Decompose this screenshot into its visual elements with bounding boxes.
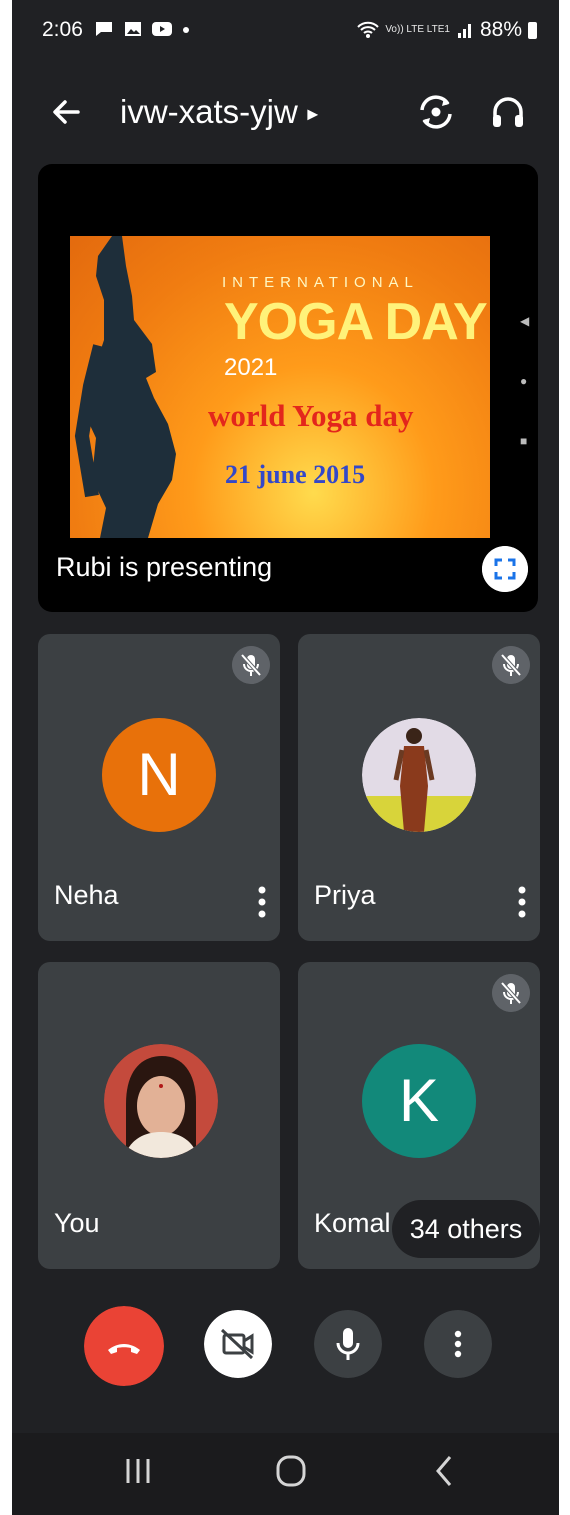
notification-icons [94, 20, 190, 43]
camera-off-icon[interactable] [204, 1310, 272, 1378]
youtube-icon [152, 22, 173, 36]
slide-line-world-yoga-day: world Yoga day [208, 398, 414, 433]
avatar [104, 1044, 218, 1158]
mic-muted-icon [492, 646, 530, 684]
mic-muted-icon [232, 646, 270, 684]
others-count-chip[interactable]: 34 others [392, 1200, 540, 1258]
headphones-icon[interactable] [486, 90, 530, 134]
back-nav-icon[interactable] [432, 1453, 456, 1489]
chat-icon [96, 22, 112, 36]
home-icon[interactable] [274, 1453, 308, 1489]
mic-muted-icon [492, 974, 530, 1012]
square-icon: ■ [520, 434, 528, 448]
battery-percent: 88% [479, 18, 522, 41]
dot-icon [183, 27, 190, 33]
battery-icon [528, 21, 537, 39]
slide-line-year: 2021 [224, 354, 278, 381]
status-bar: 2:06 Vo)) LTE LTE1 88% [12, 0, 559, 66]
status-right: Vo)) LTE LTE1 88% [357, 18, 537, 42]
participant-name: Komal [314, 1208, 391, 1238]
microphone-icon[interactable] [314, 1310, 382, 1378]
switch-camera-icon[interactable] [414, 90, 458, 134]
more-vert-icon[interactable] [518, 885, 526, 919]
meeting-code[interactable]: ivw-xats-yjw ► [120, 92, 322, 134]
more-vert-icon[interactable] [258, 885, 266, 919]
recent-apps-icon[interactable] [124, 1453, 152, 1489]
call-controls [12, 1280, 559, 1420]
network-label: Vo)) LTE LTE1 [385, 24, 450, 35]
slide-side-indicators: ◀ ● ■ [520, 314, 529, 448]
status-time: 2:06 [42, 18, 83, 41]
participant-tile-neha[interactable]: N Neha [38, 634, 280, 941]
end-call-icon[interactable] [84, 1306, 164, 1386]
participant-name: You [54, 1208, 100, 1238]
participant-name: Neha [54, 880, 119, 910]
yoga-silhouette-image [74, 236, 176, 538]
caret-right-icon: ► [303, 104, 322, 125]
wifi-icon [357, 21, 380, 38]
signal-icon [457, 24, 471, 38]
presentation-tile[interactable]: INTERNATIONAL YOGA DAY 2021 world Yoga d… [38, 164, 538, 612]
slide-line-date: 21 june 2015 [225, 460, 366, 489]
image-icon [124, 22, 141, 36]
circle-icon: ● [520, 374, 528, 388]
participant-tile-priya[interactable]: Priya [298, 634, 540, 941]
participant-tile-you[interactable]: You [38, 962, 280, 1269]
slide-line-international: INTERNATIONAL [222, 274, 419, 291]
avatar: N [102, 718, 216, 832]
avatar [362, 718, 476, 832]
back-arrow-icon[interactable] [48, 94, 84, 130]
meet-screen: 2:06 Vo)) LTE LTE1 88% ivw-xats-yjw ► IN… [12, 0, 559, 1515]
fullscreen-icon[interactable] [482, 546, 528, 592]
presenter-label: Rubi is presenting [56, 552, 273, 582]
meeting-header: ivw-xats-yjw ► [12, 72, 559, 152]
triangle-icon: ◀ [520, 314, 530, 328]
slide-line-yoga-day: YOGA DAY [224, 293, 488, 351]
meeting-code-text: ivw-xats-yjw [120, 93, 298, 130]
avatar: K [362, 1044, 476, 1158]
more-options-icon[interactable] [424, 1310, 492, 1378]
presentation-slide: INTERNATIONAL YOGA DAY 2021 world Yoga d… [70, 236, 490, 538]
participant-name: Priya [314, 880, 376, 910]
system-nav-bar [12, 1433, 559, 1515]
